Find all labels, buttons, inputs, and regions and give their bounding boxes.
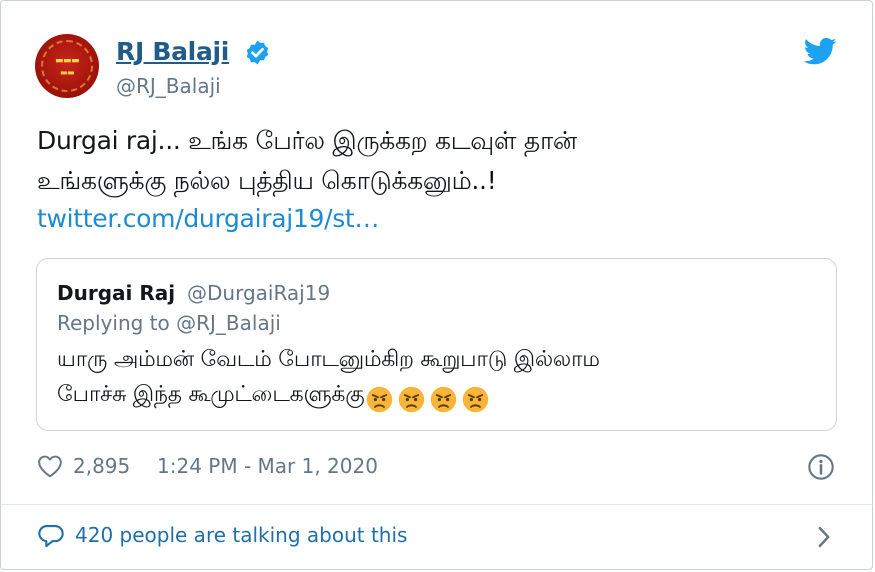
angry-face-icon <box>367 386 393 413</box>
conversation-link[interactable]: 420 people are talking about this <box>75 523 407 547</box>
chevron-right-icon[interactable] <box>815 525 833 549</box>
angry-face-icon <box>431 386 457 413</box>
quoted-text-line-1: யாரு அம்மன் வேடம் போடனும்கிற கூறுபாடு இல… <box>57 347 600 372</box>
tweet-card: ▬▬▬ ▬▬ RJ Balaji @RJ_Balaji Durgai raj..… <box>0 0 874 570</box>
quoted-replying-to: Replying to @RJ_Balaji <box>57 311 281 335</box>
angry-face-icon <box>463 386 489 413</box>
tweet-text-line-1: Durgai raj... உங்க பேர்ல இருக்கற கடவுள் … <box>37 126 577 155</box>
avatar-logo-subtext-icon: ▬▬ <box>59 67 75 77</box>
verified-badge-icon <box>246 40 269 65</box>
emoji-group <box>366 386 494 413</box>
avatar-ring <box>41 40 93 92</box>
angry-face-icon <box>399 386 425 413</box>
quoted-text-line-2-wrap: போச்சு இந்த கூமுட்டைகளுக்கு <box>57 382 494 413</box>
twitter-bird-icon[interactable] <box>804 37 837 66</box>
quoted-text-line-2: போச்சு இந்த கூமுட்டைகளுக்கு <box>57 382 365 407</box>
divider <box>1 504 874 505</box>
tweet-timestamp[interactable]: 1:24 PM - Mar 1, 2020 <box>157 454 378 478</box>
quoted-author-handle: @DurgaiRaj19 <box>187 281 331 305</box>
like-count[interactable]: 2,895 <box>73 454 130 478</box>
quoted-author-name: Durgai Raj <box>57 281 176 305</box>
author-name[interactable]: RJ Balaji <box>116 37 229 66</box>
heart-icon[interactable] <box>37 454 63 478</box>
quoted-tweet[interactable]: Durgai Raj @DurgaiRaj19 Replying to @RJ_… <box>36 258 837 431</box>
tweet-text-line-2: உங்களுக்கு நல்ல புத்திய கொடுக்கனும்..! <box>37 166 497 195</box>
tweet-link[interactable]: twitter.com/durgairaj19/st… <box>37 204 379 233</box>
info-icon[interactable] <box>807 453 835 481</box>
author-handle[interactable]: @RJ_Balaji <box>116 74 221 98</box>
avatar[interactable]: ▬▬▬ ▬▬ <box>35 34 99 98</box>
avatar-logo-icon: ▬▬▬ <box>54 56 80 66</box>
comment-bubble-icon <box>38 525 64 548</box>
